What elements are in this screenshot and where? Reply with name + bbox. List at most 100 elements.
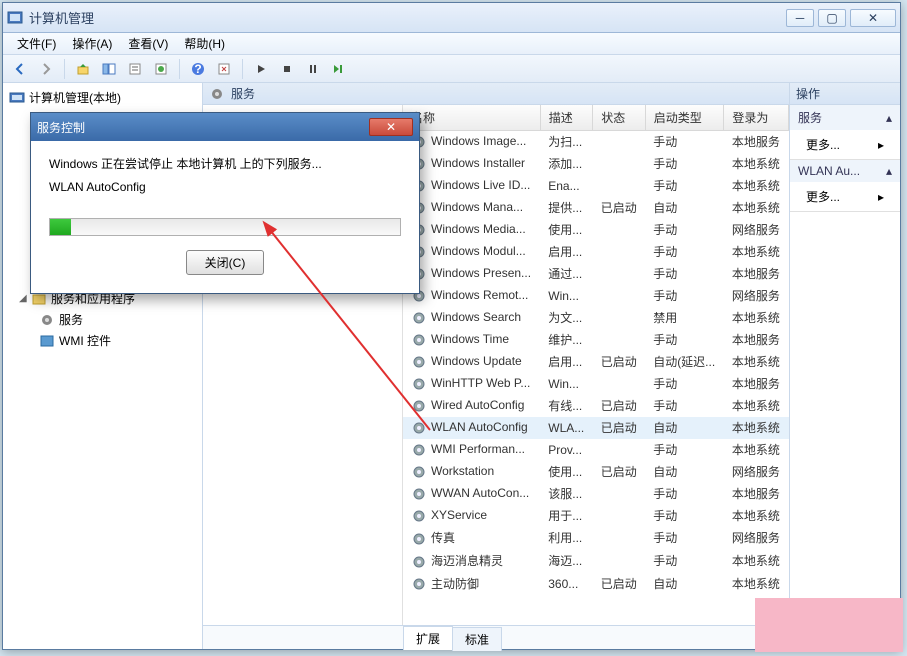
table-row[interactable]: 主动防御360...已启动自动本地系统 — [403, 572, 789, 595]
services-list[interactable]: 名称 描述 状态 启动类型 登录为 Windows Image...为扫...手… — [403, 105, 789, 625]
col-desc[interactable]: 描述 — [540, 105, 592, 131]
table-row[interactable]: Windows Update启用...已启动自动(延迟...本地系统 — [403, 351, 789, 373]
col-logon[interactable]: 登录为 — [724, 105, 789, 131]
action-more-2[interactable]: 更多... ▸ — [790, 182, 900, 211]
table-row[interactable]: Windows Image...为扫...手动本地服务 — [403, 131, 789, 153]
dialog-title: 服务控制 — [37, 119, 85, 136]
gear-icon — [411, 464, 427, 480]
table-row[interactable]: WLAN AutoConfigWLA...已启动自动本地系统 — [403, 417, 789, 439]
action-pane: 操作 服务 ▴ 更多... ▸ WLAN Au... ▴ 更多... ▸ — [790, 83, 900, 649]
menu-help[interactable]: 帮助(H) — [178, 33, 231, 54]
table-row[interactable]: 传真利用...手动网络服务 — [403, 527, 789, 550]
gear-icon — [411, 508, 427, 524]
start-service-button[interactable] — [250, 58, 272, 80]
table-row[interactable]: Windows Modul...启用...手动本地系统 — [403, 241, 789, 263]
table-row[interactable]: Workstation使用...已启动自动网络服务 — [403, 461, 789, 483]
dialog-close-button[interactable]: ✕ — [369, 118, 413, 136]
app-icon — [7, 10, 23, 26]
gear-icon — [411, 531, 427, 547]
gear-icon — [411, 486, 427, 502]
gear-icon — [411, 332, 427, 348]
progress-bar — [49, 218, 401, 236]
watermark-overlay — [755, 598, 903, 652]
table-row[interactable]: WMI Performan...Prov...手动本地系统 — [403, 439, 789, 461]
center-title: 服务 — [231, 85, 255, 102]
gear-icon — [411, 420, 427, 436]
gear-icon — [411, 354, 427, 370]
gear-icon — [411, 398, 427, 414]
properties-button[interactable] — [124, 58, 146, 80]
toolbar: ? — [3, 55, 900, 83]
table-row[interactable]: Windows Remot...Win...手动网络服务 — [403, 285, 789, 307]
action-group-wlan[interactable]: WLAN Au... ▴ — [790, 160, 900, 182]
table-row[interactable]: Windows Time维护...手动本地服务 — [403, 329, 789, 351]
restart-service-button[interactable] — [328, 58, 350, 80]
menu-file[interactable]: 文件(F) — [11, 33, 62, 54]
dialog-service-name: WLAN AutoConfig — [49, 180, 401, 194]
arrow-right-icon: ▸ — [878, 138, 884, 152]
export-button[interactable] — [150, 58, 172, 80]
refresh-button[interactable] — [213, 58, 235, 80]
col-status[interactable]: 状态 — [593, 105, 645, 131]
svg-text:?: ? — [194, 62, 201, 76]
tree-services-label: 服务 — [59, 311, 83, 328]
center-header: 服务 — [203, 83, 789, 105]
stop-service-button[interactable] — [276, 58, 298, 80]
maximize-button[interactable]: ▢ — [818, 9, 846, 27]
computer-icon — [9, 90, 25, 106]
menu-action[interactable]: 操作(A) — [66, 33, 118, 54]
forward-button[interactable] — [35, 58, 57, 80]
dialog-close-btn[interactable]: 关闭(C) — [186, 250, 265, 275]
tree-root[interactable]: 计算机管理(本地) — [5, 87, 200, 108]
table-row[interactable]: Windows Search为文...禁用本地系统 — [403, 307, 789, 329]
gear-icon — [39, 312, 55, 328]
table-row[interactable]: Windows Installer添加...手动本地系统 — [403, 153, 789, 175]
collapse-arrow-icon: ▴ — [886, 111, 892, 125]
collapse-arrow-icon: ▴ — [886, 164, 892, 178]
main-window: 计算机管理 ─ ▢ ✕ 文件(F) 操作(A) 查看(V) 帮助(H) ? — [2, 2, 901, 650]
table-row[interactable]: Wired AutoConfig有线...已启动手动本地系统 — [403, 395, 789, 417]
col-name[interactable]: 名称 — [403, 105, 540, 131]
table-row[interactable]: Windows Presen...通过...手动本地服务 — [403, 263, 789, 285]
tree-services[interactable]: 服务 — [5, 309, 200, 330]
back-button[interactable] — [9, 58, 31, 80]
action-group-wlan-title: WLAN Au... — [798, 164, 860, 178]
table-row[interactable]: 海迈消息精灵海迈...手动本地系统 — [403, 549, 789, 572]
action-group-services-title: 服务 — [798, 109, 822, 126]
gear-icon — [411, 442, 427, 458]
close-button[interactable]: ✕ — [850, 9, 896, 27]
gear-icon — [411, 310, 427, 326]
tabs-bar: 扩展 标准 — [203, 625, 789, 649]
table-row[interactable]: XYService用于...手动本地系统 — [403, 505, 789, 527]
dialog-titlebar: 服务控制 ✕ — [31, 113, 419, 141]
col-startup[interactable]: 启动类型 — [645, 105, 724, 131]
action-more-1[interactable]: 更多... ▸ — [790, 130, 900, 159]
service-control-dialog: 服务控制 ✕ Windows 正在尝试停止 本地计算机 上的下列服务... WL… — [30, 112, 420, 294]
tab-extended[interactable]: 扩展 — [403, 626, 453, 650]
table-row[interactable]: WWAN AutoCon...该服...手动本地服务 — [403, 483, 789, 505]
wmi-icon — [39, 333, 55, 349]
table-row[interactable]: Windows Mana...提供...已启动自动本地系统 — [403, 197, 789, 219]
pause-service-button[interactable] — [302, 58, 324, 80]
menu-view[interactable]: 查看(V) — [122, 33, 174, 54]
gear-icon — [411, 376, 427, 392]
dialog-message: Windows 正在尝试停止 本地计算机 上的下列服务... — [49, 155, 401, 172]
tab-standard[interactable]: 标准 — [452, 627, 502, 651]
minimize-button[interactable]: ─ — [786, 9, 814, 27]
collapse-icon[interactable]: ◢ — [19, 293, 31, 304]
help-button[interactable]: ? — [187, 58, 209, 80]
arrow-right-icon: ▸ — [878, 190, 884, 204]
gear-icon — [411, 576, 427, 592]
show-hide-tree-button[interactable] — [98, 58, 120, 80]
menubar: 文件(F) 操作(A) 查看(V) 帮助(H) — [3, 33, 900, 55]
action-header: 操作 — [790, 83, 900, 105]
table-row[interactable]: WinHTTP Web P...Win...手动本地服务 — [403, 373, 789, 395]
titlebar: 计算机管理 ─ ▢ ✕ — [3, 3, 900, 33]
services-icon — [209, 86, 225, 102]
up-button[interactable] — [72, 58, 94, 80]
action-group-services[interactable]: 服务 ▴ — [790, 105, 900, 130]
table-row[interactable]: Windows Media...使用...手动网络服务 — [403, 219, 789, 241]
tree-wmi[interactable]: WMI 控件 — [5, 330, 200, 351]
tree-wmi-label: WMI 控件 — [59, 332, 111, 349]
table-row[interactable]: Windows Live ID...Ena...手动本地系统 — [403, 175, 789, 197]
